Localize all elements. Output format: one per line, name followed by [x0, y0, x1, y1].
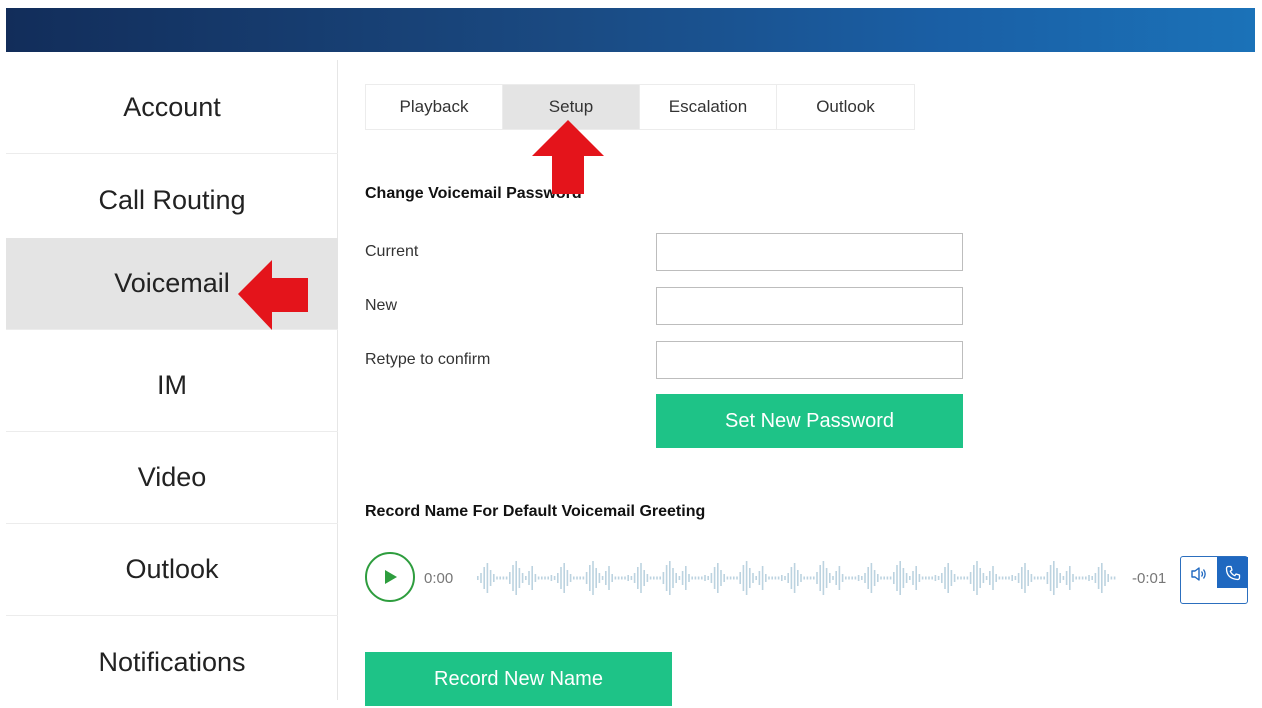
- tab-label: Playback: [399, 97, 469, 116]
- sidebar-item-label: Notifications: [98, 646, 246, 677]
- red-arrow-icon: [532, 120, 604, 194]
- elapsed-time: 0:00: [424, 570, 454, 587]
- sidebar-item-outlook[interactable]: Outlook: [6, 524, 338, 616]
- new-password-label: New: [365, 297, 398, 314]
- current-password-field[interactable]: [656, 233, 963, 271]
- sidebar-item-label: Voicemail: [114, 268, 230, 298]
- play-icon: [385, 570, 397, 584]
- current-password-label: Current: [365, 243, 419, 260]
- greeting-section-title: Record Name For Default Voicemail Greeti…: [365, 503, 706, 520]
- set-new-password-button[interactable]: Set New Password: [656, 394, 963, 448]
- red-arrow-icon: [238, 260, 308, 330]
- sidebar-item-account[interactable]: Account: [6, 62, 338, 154]
- header-banner: [6, 8, 1255, 52]
- audio-device-controls: [1180, 556, 1248, 604]
- sidebar: Account Call Routing Voicemail IM Video …: [6, 60, 338, 700]
- sidebar-item-label: IM: [157, 370, 187, 400]
- record-new-name-button[interactable]: Record New Name: [365, 652, 672, 706]
- speaker-icon: [1191, 567, 1206, 581]
- sidebar-item-notifications[interactable]: Notifications: [6, 616, 338, 708]
- sidebar-item-label: Outlook: [125, 554, 219, 584]
- sidebar-item-call-routing[interactable]: Call Routing: [6, 155, 338, 247]
- sidebar-item-label: Account: [123, 92, 221, 122]
- sidebar-item-im[interactable]: IM: [6, 340, 338, 432]
- play-button[interactable]: [365, 552, 415, 602]
- new-password-field[interactable]: [656, 287, 963, 325]
- sidebar-item-video[interactable]: Video: [6, 432, 338, 524]
- phone-button[interactable]: [1217, 557, 1248, 588]
- speaker-button[interactable]: [1185, 560, 1213, 588]
- tab-label: Escalation: [668, 97, 748, 116]
- confirm-password-field[interactable]: [656, 341, 963, 379]
- remaining-time: -0:01: [1132, 570, 1167, 587]
- tab-label: Outlook: [816, 97, 875, 116]
- sidebar-item-label: Video: [137, 462, 207, 492]
- tab-label: Setup: [548, 97, 594, 116]
- sidebar-item-label: Call Routing: [98, 185, 246, 215]
- tab-outlook[interactable]: Outlook: [777, 85, 914, 129]
- tab-playback[interactable]: Playback: [366, 85, 503, 129]
- waveform[interactable]: [475, 553, 1120, 603]
- phone-icon: [1225, 565, 1240, 580]
- confirm-password-label: Retype to confirm: [365, 351, 491, 368]
- tab-bar: Playback Setup Escalation Outlook: [365, 84, 915, 130]
- tab-escalation[interactable]: Escalation: [640, 85, 777, 129]
